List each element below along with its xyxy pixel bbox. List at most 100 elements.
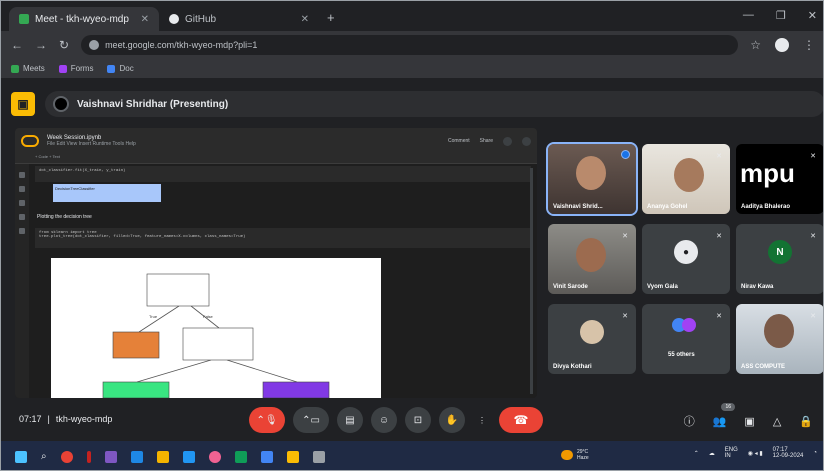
url-field[interactable]: meet.google.com/tkh-wyeo-mdp?pli=1	[81, 35, 739, 55]
minimize-icon[interactable]: —	[743, 9, 754, 22]
mic-off-icon: ✕	[810, 153, 816, 160]
participant-name: 55 others	[668, 352, 695, 358]
cloud-icon[interactable]: ☁	[709, 450, 715, 457]
bookmark-icon	[11, 64, 19, 73]
browser-tab-bar: Meet - tkh-wyeo-mdp ✕ GitHub ✕ + — ❐ ✕	[1, 1, 823, 31]
profile-avatar[interactable]	[775, 38, 789, 52]
notification-icon[interactable]: ◔	[813, 450, 817, 456]
captions-icon: ▤	[345, 414, 355, 426]
notebook-scrollbar[interactable]	[530, 168, 533, 394]
tab-meet[interactable]: Meet - tkh-wyeo-mdp ✕	[9, 7, 159, 31]
participant-tile[interactable]: ✕ Divya Kothari	[548, 304, 636, 374]
app-icon[interactable]	[130, 450, 143, 463]
presenter-avatar	[53, 96, 69, 112]
host-controls-icon[interactable]: 🔒	[799, 415, 813, 428]
site-info-icon[interactable]	[89, 40, 100, 50]
forward-icon[interactable]: →	[35, 38, 47, 52]
bookmark-star-icon[interactable]: ☆	[750, 38, 761, 52]
bookmark-doc[interactable]: Doc	[107, 64, 134, 73]
leave-call-button[interactable]: ☎	[499, 407, 543, 433]
app-icon[interactable]	[208, 450, 221, 463]
wifi-sound-battery-icon[interactable]: ◉ ◂ ▮	[748, 450, 763, 457]
bookmark-label: Forms	[70, 64, 94, 73]
close-window-icon[interactable]: ✕	[808, 9, 817, 22]
menu-kebab-icon[interactable]: ⋮	[803, 38, 815, 52]
close-tab-icon[interactable]: ✕	[301, 14, 309, 25]
participant-tile[interactable]: N ✕ Nirav Kawa	[736, 224, 823, 294]
chevron-up-icon[interactable]: ⌃	[694, 450, 699, 457]
reload-icon[interactable]: ↻	[59, 38, 69, 52]
clock[interactable]: 07:17 12-09-2024	[773, 447, 804, 459]
address-bar-row: ← → ↻ meet.google.com/tkh-wyeo-mdp?pli=1…	[1, 31, 823, 59]
tab-github[interactable]: GitHub ✕	[159, 7, 319, 31]
app-icon[interactable]	[234, 450, 247, 463]
participant-tile-others[interactable]: ✕ 55 others	[642, 304, 730, 374]
presenter-bar: ▣ Vaishnavi Shridhar (Presenting)	[11, 90, 823, 118]
close-tab-icon[interactable]: ✕	[141, 14, 149, 25]
mic-off-icon: ✕	[810, 233, 816, 240]
bookmark-forms[interactable]: Forms	[58, 64, 94, 73]
present-button[interactable]: ⊡	[405, 407, 431, 433]
captions-button[interactable]: ▤	[337, 407, 363, 433]
participant-tile[interactable]: Vaishnavi Shrid...	[546, 142, 638, 216]
shared-screen[interactable]: Week Session.ipynb File Edit View Insert…	[15, 128, 537, 398]
back-icon[interactable]: ←	[11, 38, 23, 52]
tab-label: GitHub	[185, 13, 217, 25]
participant-face	[674, 158, 704, 192]
participant-tile[interactable]: ✕ Vinit Sarode	[548, 224, 636, 294]
mic-off-icon: ✕	[716, 313, 722, 320]
comment-button: Comment	[447, 138, 470, 144]
windows-start-icon[interactable]	[15, 450, 27, 463]
key-icon	[19, 214, 25, 220]
activities-icon[interactable]: △	[773, 415, 781, 428]
participant-tile[interactable]: mpu ✕ Aaditya Bhalerao	[736, 144, 823, 214]
brand-logo: mpu	[740, 158, 795, 188]
weather-widget[interactable]: 29°C Haze	[561, 449, 589, 461]
maximize-icon[interactable]: ❐	[776, 9, 786, 22]
people-icon[interactable]: 👥	[713, 415, 727, 428]
bookmark-meets[interactable]: Meets	[11, 64, 45, 73]
separator: |	[47, 414, 50, 424]
phone-hangup-icon: ☎	[513, 413, 529, 427]
colab-header: Week Session.ipynb File Edit View Insert…	[15, 128, 537, 154]
participant-face	[576, 238, 606, 272]
participant-name: Aaditya Bhalerao	[741, 204, 791, 210]
participant-tile[interactable]: ● ✕ Vyom Gala	[642, 224, 730, 294]
search-icon[interactable]: ⌕	[41, 451, 47, 462]
gear-icon	[503, 136, 512, 146]
camera-toggle-button[interactable]: ⌃ ▭	[293, 407, 329, 433]
more-options-button[interactable]: ⋮	[473, 407, 491, 433]
chrome-icon[interactable]	[60, 450, 73, 463]
app-icon[interactable]	[260, 450, 273, 463]
mic-toggle-button[interactable]: ⌃ 🎙	[249, 407, 285, 433]
language-indicator[interactable]: ENG IN	[725, 447, 738, 459]
tree-node	[182, 327, 254, 361]
app-icon[interactable]	[104, 450, 117, 463]
app-icon[interactable]	[312, 450, 325, 463]
reactions-button[interactable]: ☺	[371, 407, 397, 433]
participant-tile[interactable]: ✕ ASS COMPUTE	[736, 304, 823, 374]
folder-icon[interactable]	[286, 450, 299, 463]
participant-face	[576, 156, 606, 190]
window-controls: — ❐ ✕	[743, 9, 817, 22]
mic-off-icon: ✕	[716, 233, 722, 240]
file-explorer-icon[interactable]	[156, 450, 169, 463]
app-icon[interactable]	[86, 450, 91, 463]
present-icon: ⊡	[413, 414, 423, 426]
side-panel-buttons: ⓘ 👥 ▣ △ 🔒	[684, 413, 813, 429]
participant-avatar: ●	[674, 240, 698, 264]
colab-sidebar	[15, 164, 29, 398]
vscode-icon[interactable]	[182, 450, 195, 463]
tree-edge	[226, 359, 298, 383]
lang-bottom: IN	[724, 453, 731, 459]
code-cell-1: dot_classifier.fit(X_train, y_train)	[35, 166, 531, 182]
bookmark-label: Doc	[119, 64, 134, 73]
new-tab-button[interactable]: +	[327, 10, 335, 25]
participant-tile[interactable]: ✕ Ananya Gohel	[642, 144, 730, 214]
decision-tree-svg: True False	[102, 273, 330, 398]
info-icon[interactable]: ⓘ	[684, 413, 695, 429]
chat-icon[interactable]: ▣	[744, 415, 754, 428]
section-title: Plotting the decision tree	[37, 214, 92, 220]
raise-hand-button[interactable]: ✋	[439, 407, 465, 433]
colab-logo-icon	[21, 135, 39, 147]
